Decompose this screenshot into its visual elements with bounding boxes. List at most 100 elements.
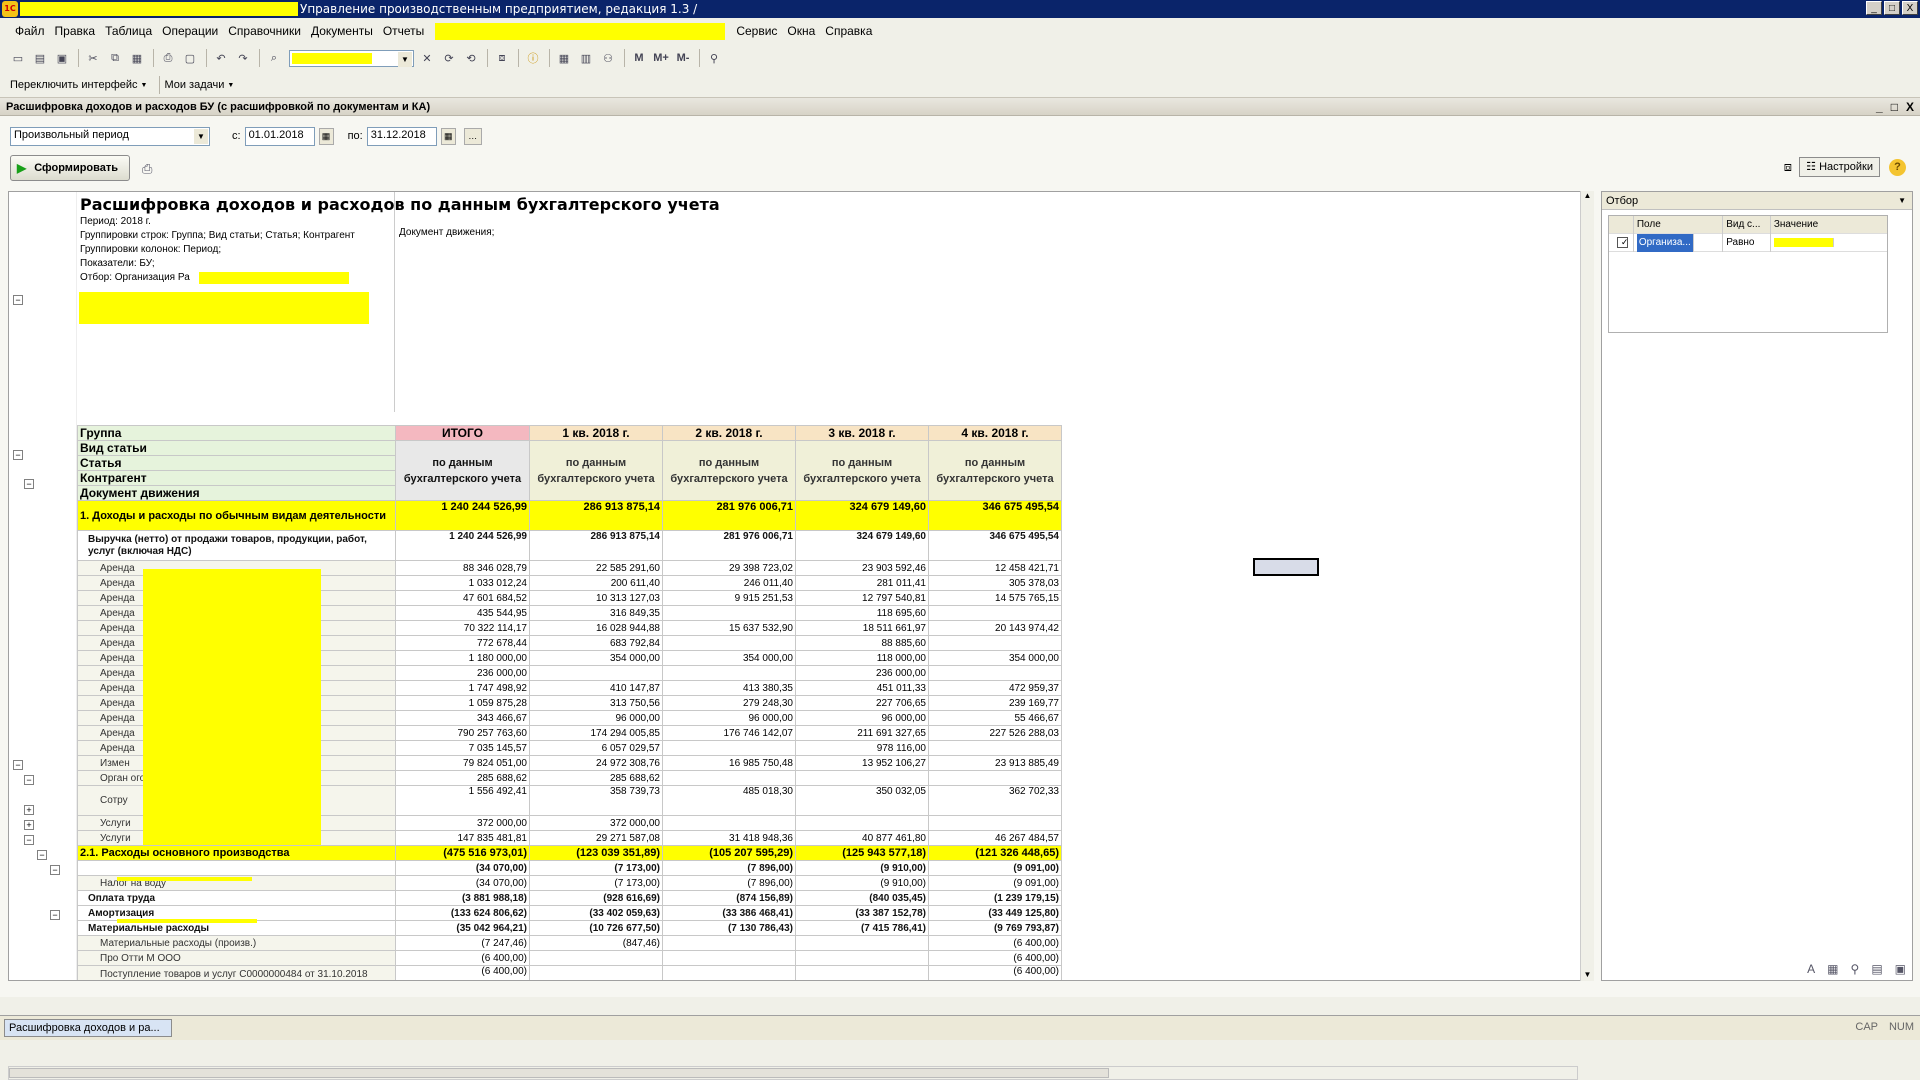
clear-search-icon[interactable]: ✕ bbox=[417, 48, 437, 68]
report-title: Расшифровка доходов и расходов по данным… bbox=[80, 195, 720, 214]
taskbar-report-button[interactable]: Расшифровка доходов и ра... bbox=[4, 1019, 172, 1037]
info-icon[interactable]: ⓘ bbox=[523, 48, 543, 68]
my-tasks-button[interactable]: Мои задачи bbox=[164, 79, 224, 91]
layout-icon[interactable]: ⧈ bbox=[1784, 159, 1792, 175]
undo-icon[interactable]: ↶ bbox=[211, 48, 231, 68]
close-button[interactable]: X bbox=[1902, 1, 1918, 15]
print-settings-icon[interactable]: ⎙ bbox=[142, 161, 152, 177]
row-value: 1 240 244 526,99 bbox=[395, 530, 530, 561]
save-icon[interactable]: ▣ bbox=[52, 48, 72, 68]
collapse-icon[interactable]: − bbox=[13, 760, 23, 770]
table-row[interactable]: Поступление товаров и услуг С0000000484 … bbox=[77, 965, 1062, 980]
expand-icon[interactable]: + bbox=[24, 805, 34, 815]
chevron-down-icon[interactable]: ▼ bbox=[194, 128, 208, 144]
find-next-icon[interactable]: ⟲ bbox=[461, 48, 481, 68]
menu-help[interactable]: Справка bbox=[820, 24, 877, 38]
more-options-button[interactable]: … bbox=[463, 127, 482, 145]
paste-icon[interactable]: ▦ bbox=[127, 48, 147, 68]
calendar-icon[interactable]: ▦ bbox=[318, 127, 334, 145]
menu-file[interactable]: Файл bbox=[10, 24, 50, 38]
memory-icon[interactable]: M bbox=[629, 48, 649, 68]
save-icon[interactable]: ▣ bbox=[1895, 962, 1906, 976]
help-icon[interactable]: ? bbox=[1889, 159, 1906, 176]
chevron-down-icon[interactable]: ▼ bbox=[1898, 196, 1906, 205]
tools-icon[interactable]: ⚲ bbox=[1851, 962, 1860, 976]
scroll-down-icon[interactable]: ▼ bbox=[1581, 970, 1594, 979]
settings-button[interactable]: ☷ Настройки bbox=[1799, 157, 1880, 177]
calendar-icon[interactable]: ▥ bbox=[576, 48, 596, 68]
calculator-icon[interactable]: ▦ bbox=[554, 48, 574, 68]
collapse-icon[interactable]: − bbox=[13, 450, 23, 460]
memory-minus-icon[interactable]: M- bbox=[673, 48, 693, 68]
table-row[interactable]: (34 070,00) (7 173,00) (7 896,00) (9 910,00… bbox=[77, 860, 1062, 876]
build-report-button[interactable]: ▶ Сформировать bbox=[10, 155, 130, 181]
memory-plus-icon[interactable]: M+ bbox=[651, 48, 671, 68]
chevron-down-icon[interactable]: ▼ bbox=[398, 51, 412, 67]
cut-icon[interactable]: ✂ bbox=[83, 48, 103, 68]
collapse-icon[interactable]: − bbox=[50, 910, 60, 920]
report-spreadsheet[interactable]: − − − − − + + − − − − Расшифровка доходо… bbox=[8, 191, 1593, 981]
period-type-select[interactable]: Произвольный период ▼ bbox=[10, 126, 210, 146]
table-row[interactable]: 2.1. Расходы основного производства (475 … bbox=[77, 845, 1062, 861]
table-icon[interactable]: ▦ bbox=[1827, 962, 1838, 976]
date-to-input[interactable]: 31.12.2018 bbox=[366, 126, 437, 146]
collapse-icon[interactable]: − bbox=[50, 865, 60, 875]
search-input[interactable]: ▼ bbox=[289, 49, 414, 67]
menu-documents[interactable]: Документы bbox=[306, 24, 378, 38]
table-row[interactable]: Материальные расходы (произв.) (7 247,46)… bbox=[77, 935, 1062, 951]
collapse-icon[interactable]: − bbox=[24, 479, 34, 489]
collapse-icon[interactable]: − bbox=[24, 775, 34, 785]
menu-operations[interactable]: Операции bbox=[157, 24, 223, 38]
menu-reports[interactable]: Отчеты bbox=[378, 24, 429, 38]
row-value bbox=[795, 965, 929, 980]
calendar-icon[interactable]: ▦ bbox=[440, 127, 456, 145]
search-icon[interactable]: ⌕ bbox=[264, 48, 284, 68]
redo-icon[interactable]: ↷ bbox=[233, 48, 253, 68]
font-icon[interactable]: A bbox=[1807, 962, 1815, 976]
windows-icon[interactable]: ⧈ bbox=[492, 48, 512, 68]
doc-restore-button[interactable]: □ bbox=[1891, 100, 1898, 114]
preview-icon[interactable]: ▢ bbox=[180, 48, 200, 68]
new-icon[interactable]: ▭ bbox=[8, 48, 28, 68]
scroll-thumb[interactable] bbox=[9, 1068, 1109, 1078]
menu-service[interactable]: Сервис bbox=[731, 24, 782, 38]
copy-icon[interactable]: ⧉ bbox=[105, 48, 125, 68]
doc-close-button[interactable]: X bbox=[1906, 100, 1914, 114]
filter-panel-header: Отбор ▼ bbox=[1602, 192, 1912, 210]
folder-icon[interactable]: ▤ bbox=[1871, 962, 1882, 976]
filter-col-value: Значение bbox=[1773, 219, 1819, 230]
vertical-scrollbar[interactable]: ▲ ▼ bbox=[1580, 191, 1594, 981]
menu-windows[interactable]: Окна bbox=[782, 24, 820, 38]
refresh-icon[interactable]: ⟳ bbox=[439, 48, 459, 68]
maximize-button[interactable]: □ bbox=[1884, 1, 1900, 15]
menu-references[interactable]: Справочники bbox=[223, 24, 306, 38]
chevron-down-icon[interactable]: ▼ bbox=[141, 82, 148, 89]
date-from-input[interactable]: 01.01.2018 bbox=[244, 126, 315, 146]
doc-minimize-button[interactable]: _ bbox=[1876, 100, 1883, 114]
tools-icon[interactable]: ⚲ bbox=[704, 48, 724, 68]
open-icon[interactable]: ▤ bbox=[30, 48, 50, 68]
collapse-icon[interactable]: − bbox=[24, 835, 34, 845]
table-row[interactable]: 1. Доходы и расходы по обычным видам дея… bbox=[77, 500, 1062, 531]
row-value bbox=[795, 815, 929, 831]
checkbox-checked-icon[interactable]: ✓ bbox=[1616, 237, 1628, 248]
table-row[interactable]: Выручка (нетто) от продажи товаров, прод… bbox=[77, 530, 1062, 561]
menu-edit[interactable]: Правка bbox=[50, 24, 101, 38]
table-row[interactable]: Про Отти М ООО (6 400,00) (6 400,00) bbox=[77, 950, 1062, 966]
filter-row[interactable]: ✓ Организа... Равно bbox=[1609, 233, 1887, 252]
selected-cell[interactable] bbox=[1253, 558, 1319, 576]
collapse-icon[interactable]: − bbox=[37, 850, 47, 860]
scroll-up-icon[interactable]: ▲ bbox=[1581, 191, 1594, 200]
horizontal-scrollbar[interactable] bbox=[8, 1066, 1578, 1080]
print-icon[interactable]: ⎙ bbox=[158, 48, 178, 68]
menu-table[interactable]: Таблица bbox=[100, 24, 157, 38]
row-value: 23 913 885,49 bbox=[928, 755, 1062, 771]
minimize-button[interactable]: _ bbox=[1866, 1, 1882, 15]
table-row[interactable]: Оплата труда (3 881 988,18) (928 616,69) (8… bbox=[77, 890, 1062, 906]
switch-interface-button[interactable]: Переключить интерфейс bbox=[10, 79, 138, 91]
chevron-down-icon[interactable]: ▼ bbox=[227, 82, 234, 89]
row-value bbox=[928, 740, 1062, 756]
users-icon[interactable]: ⚇ bbox=[598, 48, 618, 68]
expand-icon[interactable]: + bbox=[24, 820, 34, 830]
collapse-icon[interactable]: − bbox=[13, 295, 23, 305]
